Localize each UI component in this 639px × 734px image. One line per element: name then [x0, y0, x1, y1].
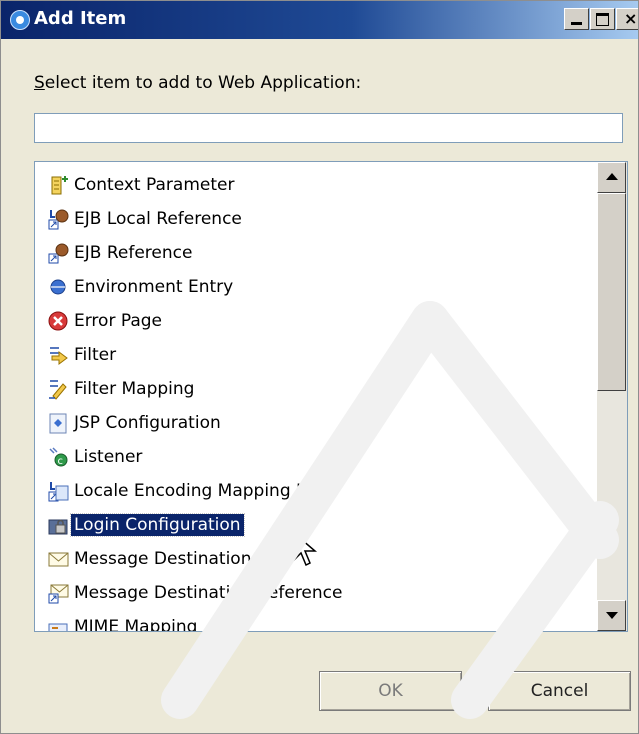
list-item-label: Login Configuration	[70, 513, 245, 537]
list-item[interactable]: Message Destination	[47, 544, 254, 574]
list-item-label: Filter	[74, 345, 117, 365]
listener-icon: c	[47, 446, 69, 468]
jsp-configuration-icon	[47, 412, 69, 434]
ok-button[interactable]: OK	[319, 671, 462, 711]
list-item[interactable]: c Listener	[47, 442, 145, 472]
filter-icon	[47, 344, 69, 366]
list-item-label: JSP Configuration	[74, 413, 221, 433]
list-item-label: Environment Entry	[74, 277, 234, 297]
list-item-label: Context Parameter	[74, 175, 235, 195]
list-item[interactable]: Environment Entry	[47, 272, 236, 302]
list-item-label: Listener	[74, 447, 143, 467]
list-item-label: Message Destination	[74, 549, 252, 569]
svg-text:c: c	[58, 456, 64, 467]
vertical-scrollbar[interactable]	[597, 162, 627, 631]
context-parameter-icon	[47, 174, 69, 196]
message-destination-icon	[47, 548, 69, 570]
list-item-label: Message Destination Reference	[74, 583, 343, 603]
filter-input[interactable]	[34, 113, 623, 143]
list-item[interactable]: EJB Local Reference	[47, 204, 245, 234]
scroll-down-button[interactable]	[597, 600, 626, 631]
item-list[interactable]: Context Parameter EJB Local Reference EJB …	[34, 161, 628, 632]
close-icon: ×	[624, 9, 638, 28]
list-item[interactable]: MIME Mapping	[47, 612, 200, 632]
ejb-local-reference-icon	[47, 208, 69, 230]
scroll-up-button[interactable]	[597, 162, 626, 193]
list-item[interactable]: Filter	[47, 340, 119, 370]
error-page-icon	[47, 310, 69, 332]
list-item[interactable]: Locale Encoding Mapping List	[47, 476, 329, 506]
locale-encoding-icon	[47, 480, 69, 502]
scroll-thumb[interactable]	[597, 193, 626, 391]
list-item[interactable]: Login Configuration	[47, 510, 245, 540]
window-title: Add Item	[34, 8, 127, 29]
ejb-reference-icon	[47, 242, 69, 264]
maximize-button[interactable]	[590, 8, 615, 30]
prompt-mnemonic: S	[34, 73, 45, 93]
prompt-text: elect item to add to Web Application:	[44, 73, 362, 93]
add-item-dialog: Add Item × Select item to add to Web App…	[0, 0, 639, 734]
list-item-label: Locale Encoding Mapping List	[74, 481, 326, 501]
list-item[interactable]: JSP Configuration	[47, 408, 224, 438]
list-item[interactable]: Context Parameter	[47, 170, 237, 200]
list-item-label: EJB Local Reference	[74, 209, 242, 229]
list-item-label: EJB Reference	[74, 243, 193, 263]
filter-mapping-icon	[47, 378, 69, 400]
message-destination-reference-icon	[47, 582, 69, 604]
close-button[interactable]: ×	[616, 8, 638, 30]
mime-mapping-icon	[47, 616, 69, 631]
mouse-cursor-icon	[293, 531, 318, 567]
list-item-label: Filter Mapping	[74, 379, 195, 399]
minimize-button[interactable]	[564, 8, 589, 30]
list-item[interactable]: Filter Mapping	[47, 374, 197, 404]
cancel-button[interactable]: Cancel	[488, 671, 631, 711]
list-item-label: MIME Mapping	[74, 617, 198, 632]
list-item-label: Error Page	[74, 311, 162, 331]
list-item[interactable]: EJB Reference	[47, 238, 195, 268]
app-icon	[10, 10, 30, 30]
prompt-label: Select item to add to Web Application:	[34, 73, 361, 93]
login-configuration-icon	[47, 514, 69, 536]
list-item[interactable]: Message Destination Reference	[47, 578, 345, 608]
list-item[interactable]: Error Page	[47, 306, 165, 336]
title-bar[interactable]: Add Item ×	[1, 1, 638, 39]
environment-entry-icon	[47, 276, 69, 298]
